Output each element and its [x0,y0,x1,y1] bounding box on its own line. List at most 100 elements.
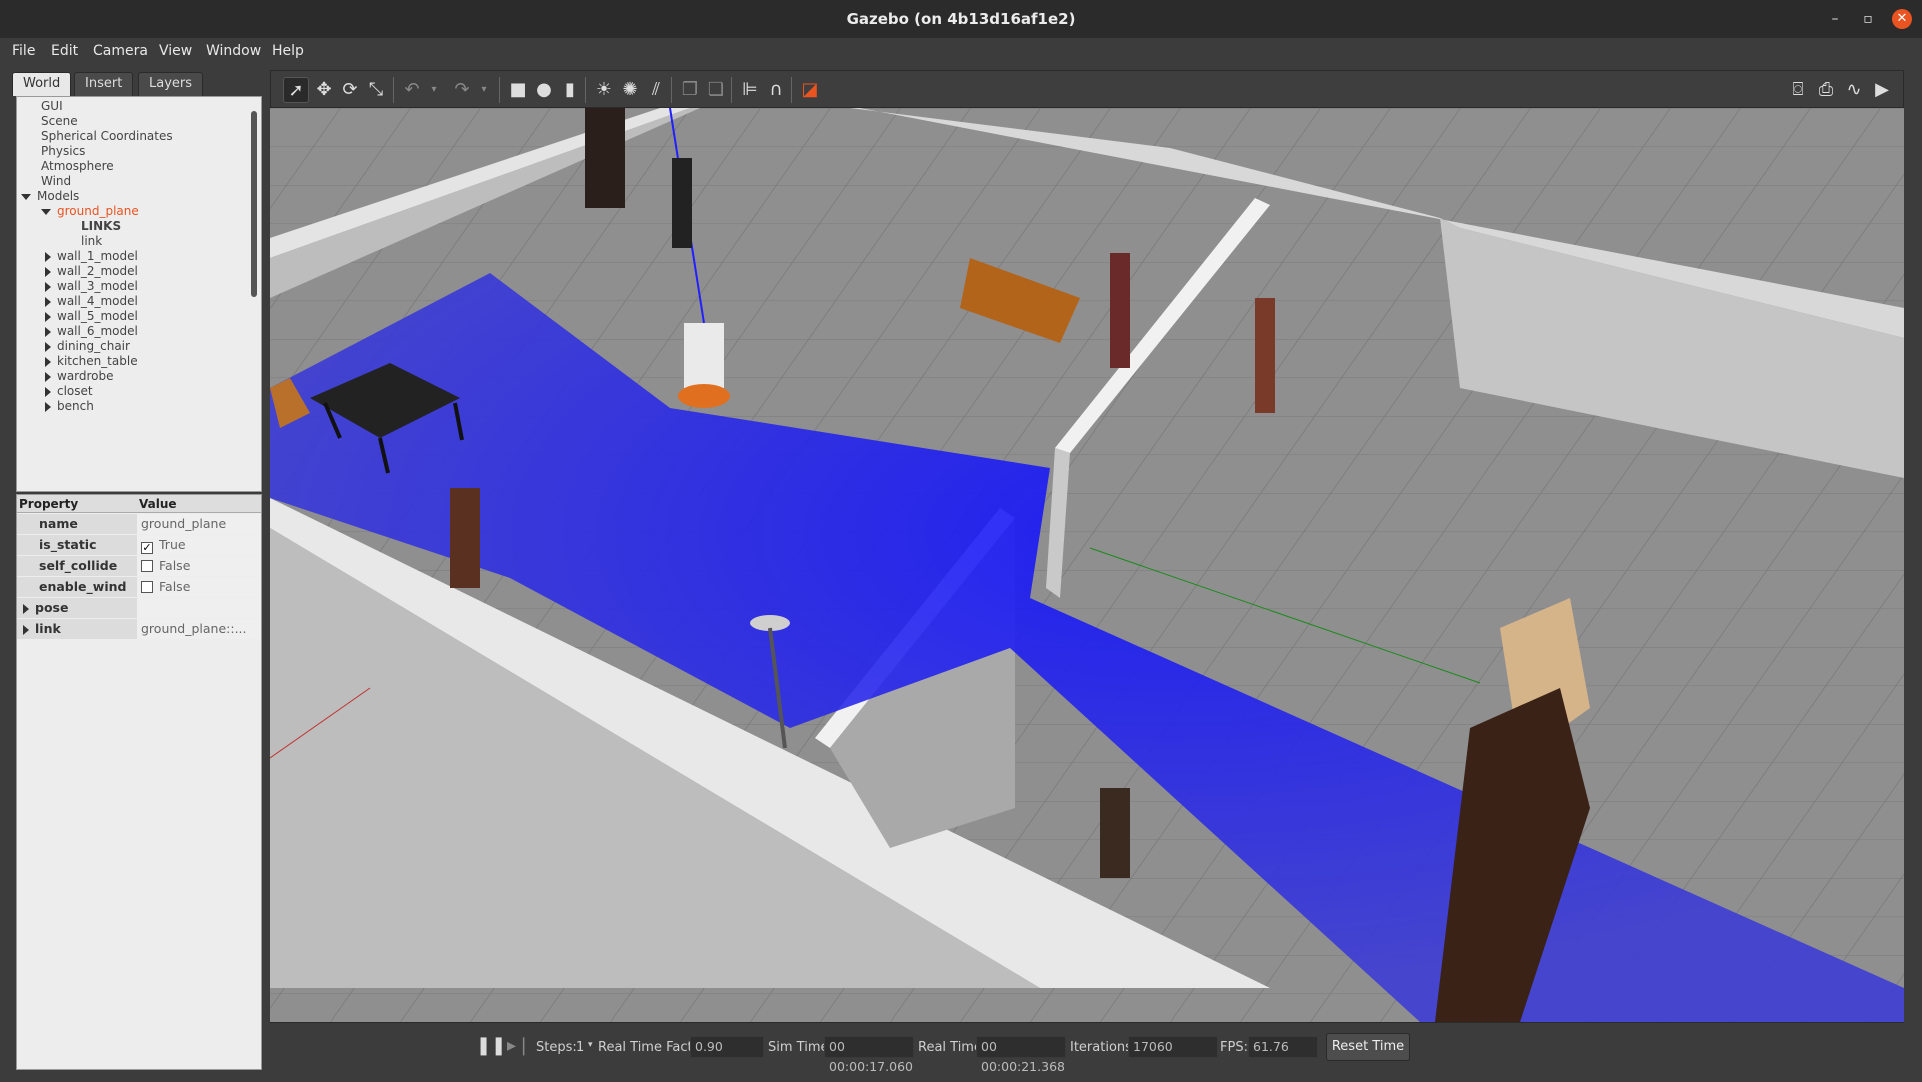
property-row-self-collide[interactable]: self_collide False [17,556,261,576]
tree-item-gui[interactable]: GUI [41,99,63,113]
expand-right-icon[interactable] [45,401,51,412]
3d-viewport[interactable] [270,108,1904,1022]
person [672,158,692,248]
expand-right-icon[interactable] [45,281,51,292]
tree-item-model[interactable]: wall_3_model [45,279,138,293]
undo-history-icon[interactable]: ▾ [421,77,447,103]
tab-world[interactable]: World [12,72,72,96]
step-icon[interactable]: ▸❘ [506,1033,532,1059]
expand-right-icon[interactable] [45,311,51,322]
toolbar-separator [671,77,672,103]
expand-right-icon[interactable] [45,266,51,277]
translate-mode-icon[interactable]: ✥ [311,77,337,103]
expand-down-icon[interactable] [41,208,51,215]
record-video-icon[interactable]: ▶ [1869,77,1895,103]
menu-help[interactable]: Help [272,43,304,59]
property-key: self_collide [17,556,137,576]
expand-right-icon[interactable] [23,603,29,614]
close-button[interactable]: ✕ [1892,9,1912,29]
toolbar-separator [393,77,394,103]
property-key: enable_wind [17,577,137,597]
align-icon[interactable]: ⊫ [737,77,763,103]
expand-right-icon[interactable] [45,371,51,382]
expand-right-icon[interactable] [45,356,51,367]
property-row-name[interactable]: name ground_plane [17,514,261,534]
tree-item-model[interactable]: bench [45,399,94,413]
tree-item-model[interactable]: wall_2_model [45,264,138,278]
screenshot-icon[interactable]: ⌼ [1785,77,1811,103]
tab-layers[interactable]: Layers [138,72,204,96]
minimize-button[interactable]: – [1825,9,1845,29]
tree-item-atmosphere[interactable]: Atmosphere [41,159,114,173]
checkbox-unchecked-icon[interactable] [141,560,153,572]
copy-icon[interactable]: ❐ [677,77,703,103]
menu-camera[interactable]: Camera [93,43,148,59]
expand-right-icon[interactable] [45,251,51,262]
tab-insert[interactable]: Insert [74,72,134,96]
tree-item-spherical-coordinates[interactable]: Spherical Coordinates [41,129,173,143]
tree-item-model[interactable]: wall_5_model [45,309,138,323]
tree-item-model[interactable]: wall_4_model [45,294,138,308]
property-value[interactable]: ground_plane [137,514,261,534]
tree-selected-model-label: ground_plane [57,204,139,218]
sphere-shape-icon[interactable]: ● [531,77,557,103]
property-key: link [35,621,61,636]
steps-value[interactable]: 1 [576,1040,584,1055]
tree-scrollbar[interactable] [251,111,257,297]
person [1100,788,1130,878]
restore-button[interactable]: ▫ [1858,9,1878,29]
point-light-icon[interactable]: ☀ [591,77,617,103]
menu-file[interactable]: File [12,43,35,59]
property-value[interactable]: ground_plane::... [137,619,261,639]
tree-item-model[interactable]: closet [45,384,93,398]
ladder [585,108,625,208]
scale-mode-icon[interactable]: ⤡ [363,77,389,103]
rotate-mode-icon[interactable]: ⟳ [337,77,363,103]
tree-item-model[interactable]: dining_chair [45,339,130,353]
redo-history-icon[interactable]: ▾ [471,77,497,103]
steps-spinner-icon[interactable]: ▾ [588,1040,593,1050]
expand-right-icon[interactable] [23,624,29,635]
property-row-enable-wind[interactable]: enable_wind False [17,577,261,597]
tree-model-label: dining_chair [57,339,130,353]
reset-time-button[interactable]: Reset Time [1326,1033,1410,1061]
checkbox-unchecked-icon[interactable] [141,581,153,593]
plot-icon[interactable]: ∿ [1841,77,1867,103]
menu-window[interactable]: Window [206,43,261,59]
box-shape-icon[interactable]: ■ [505,77,531,103]
tree-item-wind[interactable]: Wind [41,174,71,188]
property-value: False [159,558,191,573]
tree-item-ground-plane[interactable]: ground_plane [41,204,139,218]
menu-edit[interactable]: Edit [51,43,78,59]
expand-right-icon[interactable] [45,386,51,397]
snap-icon[interactable]: ∩ [763,77,789,103]
directional-light-icon[interactable]: ⫽ [643,77,669,103]
expand-right-icon[interactable] [45,326,51,337]
pause-icon[interactable]: ❚❚ [476,1033,506,1059]
tree-model-label: wall_2_model [57,264,138,278]
view-angle-icon[interactable]: ◪ [797,77,823,103]
cylinder-shape-icon[interactable]: ▮ [557,77,583,103]
tree-item-model[interactable]: wall_6_model [45,324,138,338]
expand-right-icon[interactable] [45,296,51,307]
menu-view[interactable]: View [159,43,192,59]
spot-light-icon[interactable]: ✺ [617,77,643,103]
property-row-is-static[interactable]: is_static ✓ True [17,535,261,555]
expand-down-icon[interactable] [21,193,31,200]
tree-item-models[interactable]: Models [21,189,79,203]
tree-item-physics[interactable]: Physics [41,144,85,158]
select-mode-icon[interactable]: ➚ [283,77,309,103]
property-row-pose[interactable]: pose [17,598,261,618]
property-row-link[interactable]: link ground_plane::... [17,619,261,639]
paste-icon[interactable]: ❏ [703,77,729,103]
tree-item-scene[interactable]: Scene [41,114,78,128]
tree-item-model[interactable]: kitchen_table [45,354,138,368]
property-key-cell: pose [17,598,137,618]
expand-right-icon[interactable] [45,341,51,352]
log-icon[interactable]: ⎙ [1813,77,1839,103]
checkbox-checked-icon[interactable]: ✓ [141,542,153,554]
tree-item-model[interactable]: wall_1_model [45,249,138,263]
tree-model-label: closet [57,384,93,398]
tree-item-link[interactable]: link [81,234,102,248]
tree-item-model[interactable]: wardrobe [45,369,114,383]
